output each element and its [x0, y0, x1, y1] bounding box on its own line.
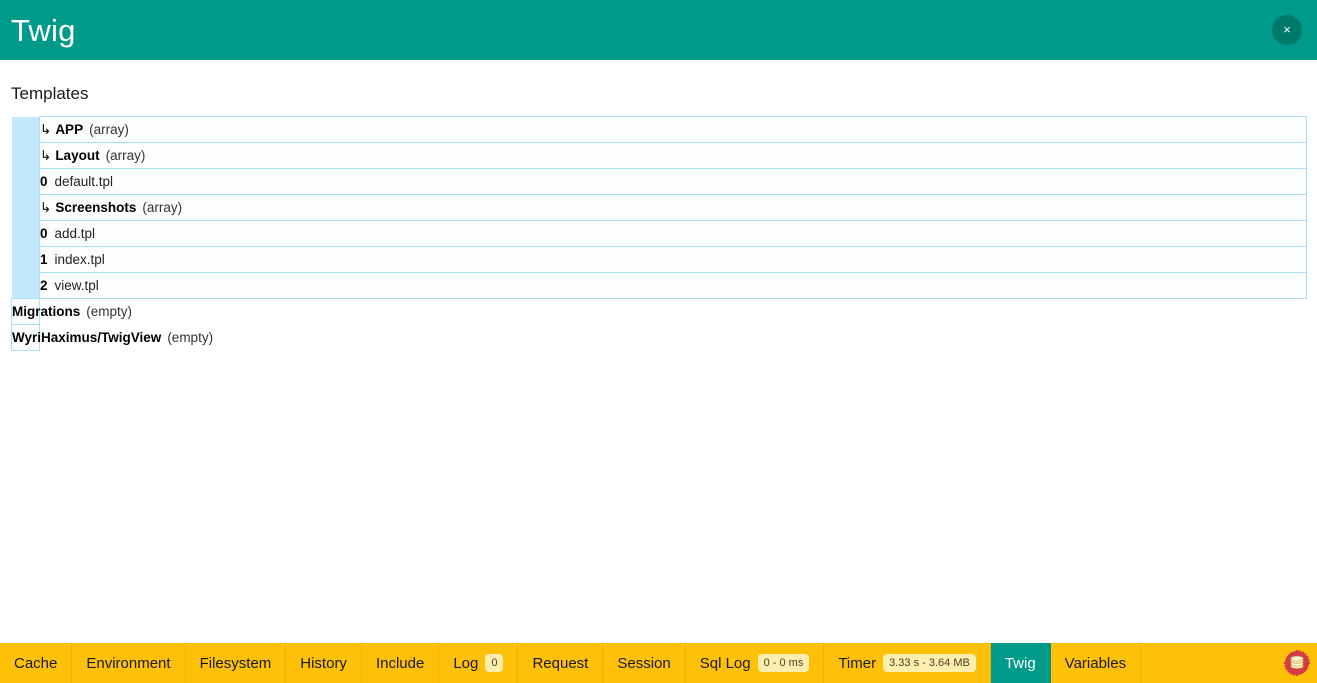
tree-key: 0	[40, 174, 48, 189]
tree-row[interactable]: 0 add.tpl	[11, 220, 1307, 247]
toolbar-tab-include[interactable]: Include	[362, 643, 440, 683]
tree-value: add.tpl	[54, 226, 96, 241]
toolbar-tab-sql-log[interactable]: Sql Log 0 - 0 ms	[686, 643, 825, 683]
tree-value: view.tpl	[54, 278, 99, 293]
tree-indent-guide	[11, 142, 40, 169]
tree-key: 1	[40, 252, 48, 267]
tree-indent-guide	[11, 116, 40, 143]
toolbar-tab-label: Log	[453, 654, 479, 672]
tree-value: index.tpl	[54, 252, 105, 267]
panel-content: Templates ↳ APP (array) ↳ Layout (array) 0 defa…	[0, 85, 1317, 351]
tree-indent-guide	[11, 246, 40, 273]
toolbar-tab-badge: 3.33 s - 3.64 MB	[883, 653, 976, 673]
toolbar-tab-session[interactable]: Session	[603, 643, 686, 683]
tree-key: Migrations	[12, 304, 81, 319]
toolbar-tab-badge: 0	[485, 653, 504, 673]
toolbar-tab-label: History	[300, 654, 347, 672]
tree-indent-guide	[11, 272, 40, 299]
tree-branch-arrow-icon: ↳	[40, 147, 52, 163]
debug-toolbar: Cache Environment Filesystem History Include…	[0, 643, 1317, 683]
tree-row[interactable]: 2 view.tpl	[11, 272, 1307, 299]
tree-type: (array)	[105, 147, 146, 163]
toolbar-tab-history[interactable]: History	[286, 643, 362, 683]
cakephp-logo-icon[interactable]	[1277, 643, 1317, 683]
tree-key: WyriHaximus/TwigView	[12, 330, 162, 345]
tree-cell: Migrations (empty)	[11, 298, 132, 325]
toolbar-tab-label: Cache	[14, 654, 58, 672]
tree-indent-guide	[11, 194, 40, 221]
toolbar-tab-cache[interactable]: Cache	[0, 643, 73, 683]
tree-key: Screenshots	[55, 199, 137, 215]
tree-key: Layout	[55, 147, 100, 163]
page-title: Twig	[11, 12, 76, 48]
tree-row[interactable]: ↳ Screenshots (array)	[11, 194, 1307, 221]
toolbar-tab-label: Variables	[1064, 654, 1127, 672]
tree-row[interactable]: 0 default.tpl	[11, 168, 1307, 195]
tree-cell: 1 index.tpl	[39, 246, 1307, 273]
tree-branch-arrow-icon: ↳	[40, 121, 52, 137]
tree-cell: ↳ APP (array)	[39, 116, 1307, 143]
toolbar-tab-label: Request	[532, 654, 589, 672]
toolbar-tab-environment[interactable]: Environment	[72, 643, 186, 683]
tree-row[interactable]: 1 index.tpl	[11, 246, 1307, 273]
close-icon[interactable]: ×	[1272, 15, 1302, 45]
toolbar-tab-badge: 0 - 0 ms	[757, 653, 810, 673]
toolbar-tab-label: Timer	[838, 654, 877, 672]
tree-row[interactable]: ↳ APP (array)	[11, 116, 1307, 143]
toolbar-tab-label: Environment	[86, 654, 171, 672]
tree-type: (empty)	[86, 304, 133, 319]
tree-row[interactable]: WyriHaximus/TwigView (empty)	[11, 324, 1307, 351]
toolbar-tab-log[interactable]: Log 0	[439, 643, 519, 683]
tree-value: default.tpl	[54, 174, 114, 189]
tree-cell: 2 view.tpl	[39, 272, 1307, 299]
toolbar-tab-twig[interactable]: Twig	[990, 643, 1051, 683]
toolbar-panel-header: Twig ×	[0, 0, 1317, 60]
templates-tree-table: ↳ APP (array) ↳ Layout (array) 0 default.tpl ↳ Sc…	[11, 116, 1307, 351]
tree-cell: 0 default.tpl	[39, 168, 1307, 195]
toolbar-tab-label: Session	[617, 654, 671, 672]
tree-key: 0	[40, 226, 48, 241]
tree-branch-arrow-icon: ↳	[40, 199, 52, 215]
tree-cell: ↳ Screenshots (array)	[39, 194, 1307, 221]
tree-indent-guide	[11, 220, 40, 247]
tree-type: (empty)	[167, 330, 214, 345]
toolbar-tab-label: Filesystem	[199, 654, 272, 672]
tree-key: APP	[55, 121, 84, 137]
tree-row[interactable]: Migrations (empty)	[11, 298, 1307, 325]
toolbar-tab-label: Twig	[1004, 654, 1036, 672]
tree-key: 2	[40, 278, 48, 293]
toolbar-tab-label: Sql Log	[699, 654, 751, 672]
tree-cell: 0 add.tpl	[39, 220, 1307, 247]
toolbar-tab-timer[interactable]: Timer 3.33 s - 3.64 MB	[824, 643, 991, 683]
toolbar-tab-request[interactable]: Request	[518, 643, 604, 683]
toolbar-tab-filesystem[interactable]: Filesystem	[186, 643, 287, 683]
tree-row[interactable]: ↳ Layout (array)	[11, 142, 1307, 169]
toolbar-tab-variables[interactable]: Variables	[1051, 643, 1142, 683]
tree-type: (array)	[142, 199, 183, 215]
tree-indent-guide	[11, 168, 40, 195]
toolbar-tab-label: Include	[375, 654, 425, 672]
tree-cell: WyriHaximus/TwigView (empty)	[11, 324, 213, 351]
tree-type: (array)	[89, 121, 129, 137]
tree-cell: ↳ Layout (array)	[39, 142, 1307, 169]
section-title: Templates	[11, 84, 89, 103]
